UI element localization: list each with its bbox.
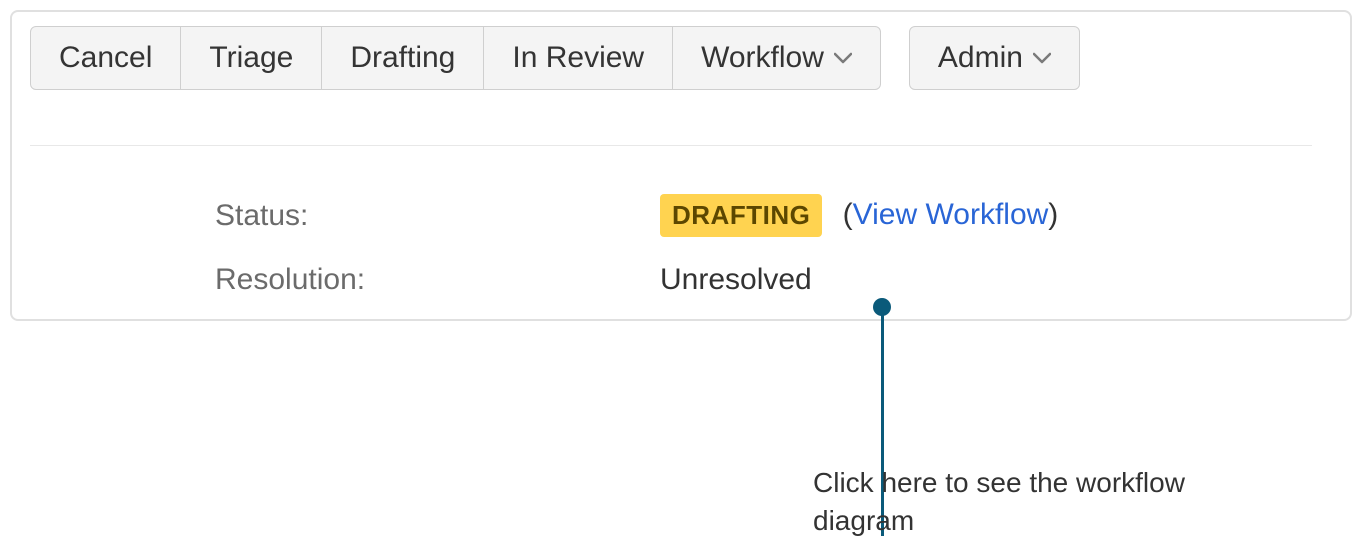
view-workflow-link[interactable]: View Workflow bbox=[853, 198, 1049, 231]
cancel-button[interactable]: Cancel bbox=[30, 26, 181, 90]
paren-close: ) bbox=[1048, 198, 1058, 231]
drafting-label: Drafting bbox=[350, 43, 455, 73]
in-review-label: In Review bbox=[512, 43, 644, 73]
cancel-label: Cancel bbox=[59, 43, 152, 73]
divider bbox=[30, 145, 1312, 146]
triage-button[interactable]: Triage bbox=[181, 26, 322, 90]
status-row: Status: DRAFTING (View Workflow) bbox=[215, 194, 1332, 237]
admin-dropdown-button[interactable]: Admin bbox=[909, 26, 1080, 90]
triage-label: Triage bbox=[209, 43, 293, 73]
callout-text: Click here to see the workflow diagram bbox=[813, 464, 1233, 540]
issue-panel: Cancel Triage Drafting In Review Workflo… bbox=[10, 10, 1352, 321]
workflow-button-group: Cancel Triage Drafting In Review Workflo… bbox=[30, 26, 881, 90]
callout-dot-icon bbox=[873, 298, 891, 316]
workflow-dropdown-button[interactable]: Workflow bbox=[673, 26, 881, 90]
resolution-value: Unresolved bbox=[660, 263, 812, 297]
status-value-wrap: DRAFTING (View Workflow) bbox=[660, 194, 1058, 237]
resolution-label: Resolution: bbox=[215, 263, 660, 297]
status-label: Status: bbox=[215, 199, 660, 233]
admin-label: Admin bbox=[938, 43, 1023, 73]
workflow-label: Workflow bbox=[701, 43, 824, 73]
in-review-button[interactable]: In Review bbox=[484, 26, 673, 90]
issue-details: Status: DRAFTING (View Workflow) Resolut… bbox=[30, 194, 1332, 297]
drafting-button[interactable]: Drafting bbox=[322, 26, 484, 90]
resolution-row: Resolution: Unresolved bbox=[215, 263, 1332, 297]
paren-open: ( bbox=[843, 198, 853, 231]
status-badge: DRAFTING bbox=[660, 194, 822, 237]
workflow-toolbar: Cancel Triage Drafting In Review Workflo… bbox=[30, 26, 1332, 90]
chevron-down-icon bbox=[1033, 52, 1051, 64]
chevron-down-icon bbox=[834, 52, 852, 64]
